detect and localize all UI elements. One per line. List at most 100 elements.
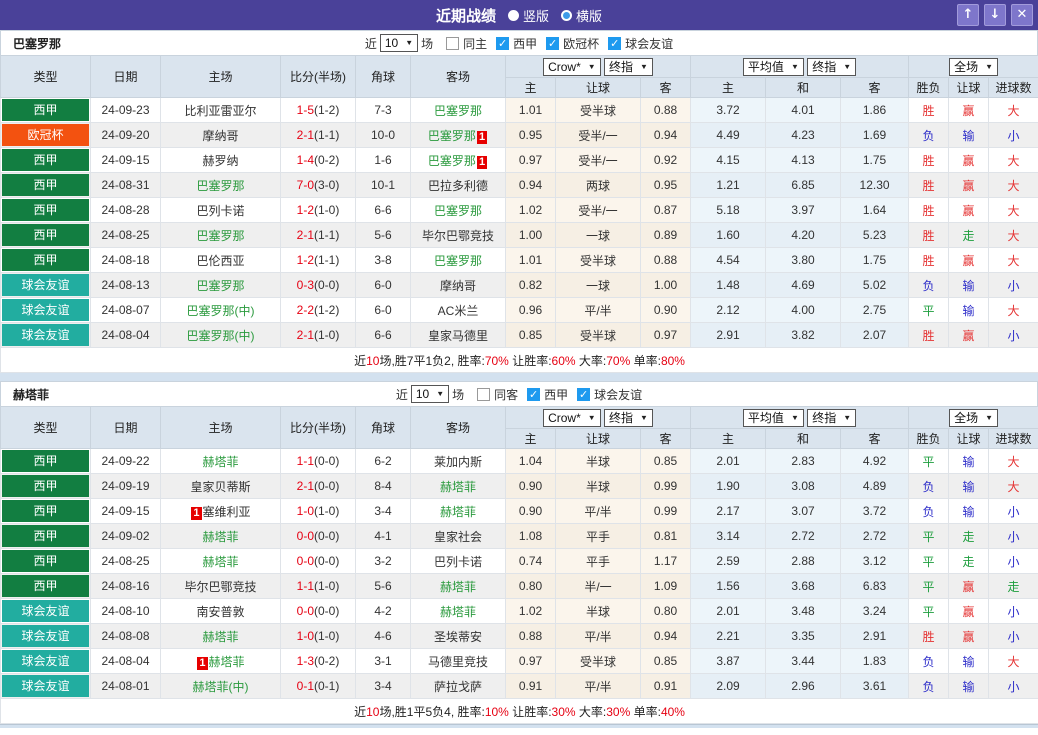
crow-odds-0: 0.97 <box>505 147 556 173</box>
crow-odds-2: 0.94 <box>639 623 692 649</box>
match-type-cell: 西甲 <box>0 473 91 499</box>
match-row: 球会友谊 24-08-10 南安普敦 0-0(0-0) 4-2 赫塔菲 1.02 半球 0.80… <box>0 598 1038 624</box>
chevron-down-icon: ▼ <box>790 413 799 422</box>
col-type: 类型 <box>0 406 91 449</box>
crow-odds-1: 平/半 <box>555 498 641 524</box>
avg-odds-0: 1.60 <box>690 222 767 248</box>
league-filter-checkbox-1[interactable]: ✓ <box>577 387 591 401</box>
corner-score: 7-3 <box>355 97 411 123</box>
league-badge: 西甲 <box>2 450 89 472</box>
halftime-score: (0-0) <box>314 454 340 468</box>
corner-score: 10-1 <box>355 172 411 198</box>
match-type-cell: 西甲 <box>0 548 91 574</box>
summary-stat-value: 40% <box>660 704 685 719</box>
same-venue-checkbox[interactable] <box>446 36 460 50</box>
move-down-button[interactable]: ↓ <box>984 4 1006 26</box>
halftime-score: (1-1) <box>314 253 340 267</box>
match-type-cell: 西甲 <box>0 97 91 123</box>
away-team-cell: 赫塔菲 <box>410 598 506 624</box>
team-name: 巴塞罗那 <box>13 36 62 51</box>
crow-company-select[interactable]: Crow* ▼ <box>543 408 601 427</box>
result-group: 全场 ▼ <box>908 406 1038 429</box>
home-team-name: 皇家贝蒂斯 <box>190 479 251 494</box>
match-row: 西甲 24-09-02 赫塔菲 0-0(0-0) 4-1 皇家社会 1.08 平手 0.81 3.… <box>0 523 1038 549</box>
average-stage-select[interactable]: 终指 ▼ <box>807 57 857 76</box>
result-winlose: 负 <box>908 673 950 699</box>
home-team-name: 赫塔菲(中) <box>192 679 249 694</box>
summary-stat-label: 近 <box>354 353 367 368</box>
crow-odds-2: 0.85 <box>639 648 692 674</box>
match-count-select[interactable]: 10 ▼ <box>379 34 419 52</box>
crow-company-select-value: Crow* <box>548 59 581 74</box>
crow-odds-1: 受半/一 <box>555 147 641 173</box>
league-filter-checkbox-1[interactable]: ✓ <box>546 36 560 50</box>
halftime-score: (1-0) <box>314 328 340 342</box>
crow-stage-select[interactable]: 终指 ▼ <box>604 57 653 76</box>
layout-radio-horizontal[interactable]: 横版 <box>561 6 602 25</box>
avg-odds-1: 4.69 <box>765 272 842 298</box>
layout-radio-vertical[interactable]: 竖版 <box>507 6 549 25</box>
scope-select[interactable]: 全场 ▼ <box>949 57 999 76</box>
average-select[interactable]: 平均值 ▼ <box>742 57 804 76</box>
home-team-name: 塞维利亚 <box>202 504 251 519</box>
summary-stat-value: 80% <box>660 353 685 368</box>
summary-stat-value: 60% <box>551 353 576 368</box>
crow-stage-select-value: 终指 <box>609 59 634 74</box>
halftime-score: (1-0) <box>314 504 340 518</box>
home-team-name: 南安普敦 <box>196 604 245 619</box>
crow-stage-select[interactable]: 终指 ▼ <box>604 408 653 427</box>
avg-odds-1: 2.88 <box>765 548 842 574</box>
league-filter-checkbox-0[interactable]: ✓ <box>496 36 510 50</box>
match-row: 西甲 24-08-31 巴塞罗那 7-0(3-0) 10-1 巴拉多利德 0.94 两球 0.9… <box>0 172 1038 198</box>
avg-odds-0: 2.17 <box>690 498 767 524</box>
fulltime-score: 0-3 <box>296 278 314 292</box>
away-team-name: 毕尔巴鄂竞技 <box>421 228 494 243</box>
crow-company-select[interactable]: Crow* ▼ <box>543 57 601 76</box>
fulltime-score: 7-0 <box>296 178 314 192</box>
corner-score: 3-4 <box>355 673 411 699</box>
move-up-button[interactable]: ↑ <box>957 4 979 26</box>
avg-odds-1: 4.01 <box>765 97 842 123</box>
close-button[interactable]: ✕ <box>1011 4 1033 26</box>
chevron-down-icon: ▼ <box>985 413 994 422</box>
red-card-badge: 1 <box>476 155 488 169</box>
league-badge: 西甲 <box>2 550 89 572</box>
scope-select[interactable]: 全场 ▼ <box>949 408 999 427</box>
home-team-name: 赫罗纳 <box>202 153 239 168</box>
corner-score: 10-0 <box>355 122 411 148</box>
score-cell: 0-1(0-1) <box>280 673 356 699</box>
result-winlose: 负 <box>908 648 950 674</box>
halftime-score: (0-0) <box>314 604 340 618</box>
odds-group-average: 平均值 ▼ 终指 ▼ <box>690 406 910 429</box>
score-cell: 7-0(3-0) <box>280 172 356 198</box>
same-venue-checkbox[interactable] <box>477 387 491 401</box>
match-type-cell: 西甲 <box>0 498 91 524</box>
crow-odds-0: 0.96 <box>505 297 556 323</box>
avg-odds-0: 3.72 <box>690 97 767 123</box>
avg-odds-2: 1.64 <box>840 197 910 223</box>
crow-odds-0: 0.85 <box>505 322 556 348</box>
league-filter-checkbox-0[interactable]: ✓ <box>527 387 541 401</box>
scope-select-value: 全场 <box>954 410 979 425</box>
chevron-down-icon: ▼ <box>587 62 596 71</box>
halftime-score: (1-1) <box>314 128 340 142</box>
home-team-name: 巴塞罗那 <box>196 228 245 243</box>
crow-company-select-value: Crow* <box>548 410 581 425</box>
average-select[interactable]: 平均值 ▼ <box>742 408 804 427</box>
match-row: 西甲 24-08-18 巴伦西亚 1-2(1-1) 3-8 巴塞罗那 1.01 受半球 0.88… <box>0 247 1038 273</box>
avg-odds-1: 4.00 <box>765 297 842 323</box>
match-date: 24-08-04 <box>90 648 161 674</box>
avg-odds-1: 4.13 <box>765 147 842 173</box>
crow-odds-0: 0.74 <box>505 548 556 574</box>
average-stage-select[interactable]: 终指 ▼ <box>807 408 857 427</box>
result-winlose: 胜 <box>908 322 950 348</box>
team-name: 赫塔菲 <box>13 387 50 402</box>
crow-odds-1: 一球 <box>555 272 641 298</box>
match-count-select[interactable]: 10 ▼ <box>410 385 450 403</box>
league-filter-checkbox-2[interactable]: ✓ <box>608 36 622 50</box>
match-row: 西甲 24-08-25 巴塞罗那 2-1(1-1) 5-6 毕尔巴鄂竞技 1.00 一球 0.8… <box>0 222 1038 248</box>
summary-stat-label: 场,胜1平5负4, 胜率: <box>379 704 485 719</box>
games-label: 场 <box>421 36 434 51</box>
subcol-5: 客 <box>840 77 910 98</box>
away-team-name: 马德里竞技 <box>427 654 488 669</box>
